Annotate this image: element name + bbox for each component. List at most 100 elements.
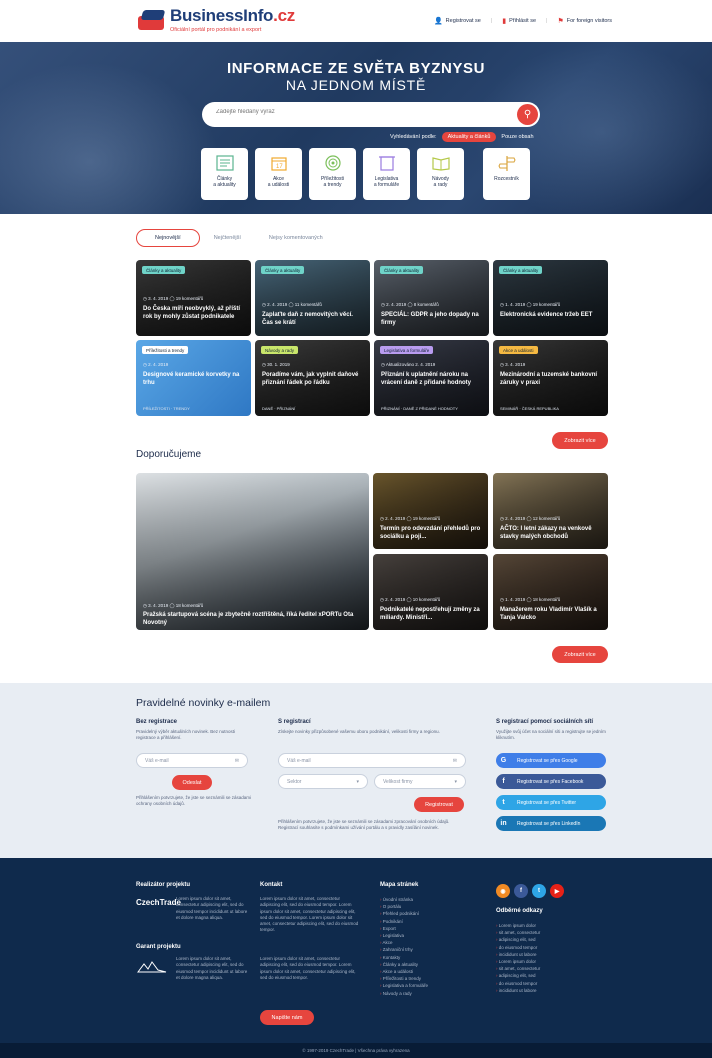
newsletter-email-input[interactable]: Váš e-mail ✉: [136, 753, 248, 768]
facebook-icon[interactable]: f: [514, 884, 528, 898]
search-option-other[interactable]: Pouze obsah: [501, 134, 533, 140]
article-card[interactable]: Články a aktuality ◷ 1. 4. 2019 ◯ 19 kom…: [493, 260, 608, 336]
registration-note: Přihlášením potvrzujete, že jste se sezn…: [278, 819, 450, 830]
company-size-select[interactable]: Velikost firmy ▾: [374, 774, 466, 789]
show-more-recommended-button[interactable]: Zobrazit více: [552, 646, 608, 663]
card-title: Přiznání k uplatnění nároku na vrácení d…: [381, 372, 472, 386]
subscription-link[interactable]: incididunt ut labore: [496, 987, 540, 994]
card-title: Termín pro odevzdání přehledů pro sociál…: [380, 526, 481, 540]
twitter-icon[interactable]: t: [532, 884, 546, 898]
sitemap-link[interactable]: Export: [380, 925, 428, 932]
rss-icon[interactable]: ◉: [496, 884, 510, 898]
tile-signpost[interactable]: Rozcestník: [483, 148, 530, 200]
subscription-link[interactable]: incididunt ut labore: [496, 951, 540, 958]
category-badge: Akce a události: [499, 346, 538, 354]
subscription-link[interactable]: Lorem ipsum dolor: [496, 958, 540, 965]
sitemap-link[interactable]: Příležitosti a trendy: [380, 975, 428, 982]
subscription-link[interactable]: do eiusmod tempor: [496, 944, 540, 951]
subscription-link[interactable]: Lorem ipsum dolor: [496, 922, 540, 929]
register-linkedin-button[interactable]: in Registrovat se přes LinkedIn: [496, 816, 606, 831]
sitemap-link[interactable]: Akce: [380, 939, 428, 946]
article-card[interactable]: Články a aktuality ◷ 2. 4. 2019 ◯ 11 kom…: [255, 260, 370, 336]
tab-most-commented[interactable]: Nejsy komentovaných: [255, 230, 337, 246]
recommended-title: Doporučujeme: [136, 449, 202, 460]
subscription-link[interactable]: do eiusmod tempor: [496, 980, 540, 987]
tile-legislation[interactable]: Legislativa a formuláře: [363, 148, 410, 200]
register-google-button[interactable]: G Registrovat se přes Google: [496, 753, 606, 768]
subscription-links-list: Lorem ipsum dolor sit amet, consectetur …: [496, 922, 541, 994]
social-registration-heading: S registrací pomocí sociálních sítí: [496, 719, 594, 725]
article-card[interactable]: Návody a rady ◷ 30. 1. 2019 Poradíme vám…: [255, 340, 370, 416]
send-button[interactable]: Odeslat: [172, 775, 212, 790]
sitemap-link[interactable]: Přehled podnikání: [380, 910, 428, 917]
show-more-button[interactable]: Zobrazit více: [552, 432, 608, 449]
hero-title: INFORMACE ZE SVĚTA BYZNYSU: [226, 60, 486, 77]
sector-select[interactable]: Sektor ▾: [278, 774, 368, 789]
sitemap-link[interactable]: Podnikání: [380, 918, 428, 925]
tile-opportunities[interactable]: Příležitosti a trendy: [309, 148, 356, 200]
sitemap-link[interactable]: Kontakty: [380, 954, 428, 961]
contact-text: Lorem ipsum dolor sit amet, consectetur …: [260, 896, 359, 933]
card-meta: ◷ 1. 4. 2019 ◯ 18 komentářů: [500, 597, 561, 602]
contact-heading: Kontakt: [260, 882, 283, 888]
search-bar: ⚲: [202, 102, 540, 127]
register-facebook-button[interactable]: f Registrovat se přes Facebook: [496, 774, 606, 789]
tab-most-read[interactable]: Nejčtenější: [200, 230, 255, 246]
recommended-card[interactable]: ◷ 2. 4. 2019 ◯ 12 komentářů AČTO: I letn…: [493, 473, 608, 549]
card-tags: SEMINÁŘ · ČESKÁ REPUBLIKA: [500, 406, 559, 411]
subscription-link[interactable]: adipiscing elit, sed: [496, 972, 540, 979]
login-icon: ▮: [502, 18, 507, 25]
tile-articles[interactable]: Články a aktuality: [201, 148, 248, 200]
sitemap-link[interactable]: Legislativa: [380, 932, 428, 939]
tab-newest[interactable]: Nejnovější: [136, 229, 200, 247]
card-title: SPECIÁL: GDPR a jeho dopady na firmy: [381, 312, 479, 326]
czechtrade-logo[interactable]: CzechTrade: [136, 898, 181, 907]
youtube-icon[interactable]: ▶: [550, 884, 564, 898]
site-logo[interactable]: BusinessInfo.cz Oficiální portál pro pod…: [136, 6, 295, 33]
recommended-card[interactable]: ◷ 2. 4. 2019 ◯ 10 komentářů Podnikatelé …: [373, 554, 488, 630]
article-card[interactable]: Články a aktuality ◷ 3. 4. 2019 ◯ 19 kom…: [136, 260, 251, 336]
search-input[interactable]: [216, 109, 506, 115]
tile-events[interactable]: 17 Akce a události: [255, 148, 302, 200]
tile-guides[interactable]: Návody a rady: [417, 148, 464, 200]
sitemap-link[interactable]: Akce a události: [380, 968, 428, 975]
target-icon: [323, 154, 343, 172]
linkedin-icon: in: [500, 820, 507, 827]
articles-icon: [215, 154, 235, 172]
register-link[interactable]: 👤 Registrovat se: [434, 17, 481, 25]
search-option-active[interactable]: Aktuality a článků: [441, 132, 497, 142]
card-meta: ◷ Aktualizováno 2. 4. 2019: [381, 362, 436, 367]
card-tags: PŘIZNÁNÍ · DANĚ Z PŘIDANÉ HODNOTY: [381, 406, 458, 411]
featured-article-card[interactable]: ◷ 3. 4. 2019 ◯ 18 komentářů Pražská star…: [136, 473, 369, 630]
svg-text:17: 17: [276, 164, 283, 170]
register-twitter-button[interactable]: t Registrovat se přes Twitter: [496, 795, 606, 810]
article-card[interactable]: Akce a události ◷ 3. 4. 2019 Mezinárodní…: [493, 340, 608, 416]
register-button[interactable]: Registrovat: [414, 797, 464, 812]
subscription-link[interactable]: adipiscing elit, sed: [496, 936, 540, 943]
sitemap-link[interactable]: Články a aktuality: [380, 961, 428, 968]
sitemap-link[interactable]: O portálu: [380, 903, 428, 910]
recommended-card[interactable]: ◷ 2. 4. 2019 ◯ 19 komentářů Termín pro o…: [373, 473, 488, 549]
registration-email-input[interactable]: Váš e-mail ✉: [278, 753, 466, 768]
sitemap-heading: Mapa stránek: [380, 882, 419, 888]
recommended-card[interactable]: ◷ 1. 4. 2019 ◯ 18 komentářů Manažerem ro…: [493, 554, 608, 630]
privacy-note: Přihlášením potvrzujete, že jste se sezn…: [136, 795, 252, 806]
search-button[interactable]: ⚲: [517, 104, 538, 125]
write-to-us-button[interactable]: Napište nám: [260, 1010, 314, 1025]
implementer-heading: Realizátor projektu: [136, 882, 191, 888]
subscription-link[interactable]: sit amet, consectetur: [496, 965, 541, 972]
subscription-link[interactable]: sit amet, consectetur: [496, 929, 541, 936]
sitemap-link[interactable]: Zahraniční trhy: [380, 946, 428, 953]
login-link[interactable]: ▮ Přihlásit se: [502, 17, 536, 25]
sitemap-link[interactable]: Návody a rady: [380, 990, 428, 997]
article-card[interactable]: Příležitosti a trendy ◷ 2. 4. 2019 Desig…: [136, 340, 251, 416]
foreign-visitors-link[interactable]: ⚑ For foreign visitors: [557, 17, 612, 25]
article-card[interactable]: Články a aktuality ◷ 2. 4. 2019 ◯ 8 kome…: [374, 260, 489, 336]
sitemap-link[interactable]: Legislativa a formuláře: [380, 982, 428, 989]
legislation-icon: [377, 154, 397, 172]
article-card[interactable]: Legislativa a formuláře ◷ Aktualizováno …: [374, 340, 489, 416]
google-icon: G: [500, 757, 507, 764]
book-icon: [431, 154, 451, 172]
sitemap-link[interactable]: Úvodní stránka: [380, 896, 428, 903]
ministry-logo-icon[interactable]: [136, 958, 168, 976]
